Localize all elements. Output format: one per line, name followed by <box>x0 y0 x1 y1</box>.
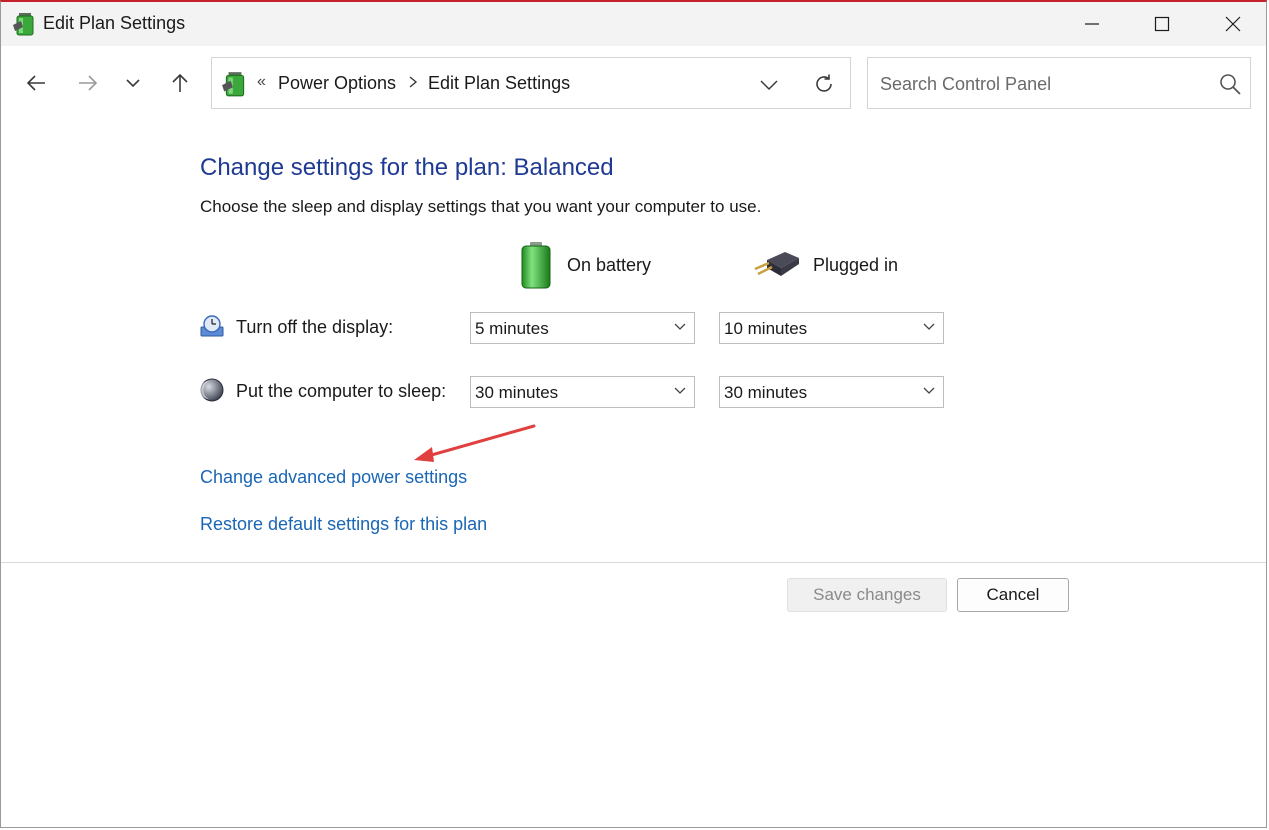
power-plug-icon <box>754 252 799 276</box>
display-plugged-in-select[interactable]: 10 minutes <box>719 312 944 344</box>
search-box[interactable] <box>867 57 1251 109</box>
chevron-down-icon <box>923 323 935 330</box>
up-button[interactable] <box>165 68 195 98</box>
navigation-bar: « Power Options Edit Plan Settings <box>1 46 1266 122</box>
power-options-icon <box>222 72 245 97</box>
chevron-down-icon <box>674 323 686 330</box>
edit-plan-settings-window: Edit Plan Settings « Power Options Edit … <box>0 0 1267 828</box>
search-input[interactable] <box>878 70 1202 98</box>
change-advanced-power-settings-link[interactable]: Change advanced power settings <box>200 467 467 488</box>
chevron-down-icon <box>126 79 140 88</box>
main-content: Change settings for the plan: Balanced C… <box>1 122 1266 827</box>
restore-default-settings-link[interactable]: Restore default settings for this plan <box>200 514 487 535</box>
chevron-down-icon <box>760 80 778 91</box>
annotation-arrow-icon <box>414 424 536 462</box>
close-icon <box>1225 16 1241 32</box>
arrow-right-icon <box>79 75 98 91</box>
breadcrumb-overflow[interactable]: « <box>257 73 266 91</box>
battery-icon <box>521 242 551 289</box>
column-header-plugged-in: Plugged in <box>753 240 898 290</box>
search-icon[interactable] <box>1218 72 1242 96</box>
cancel-button[interactable]: Cancel <box>957 578 1069 612</box>
plugged-in-label: Plugged in <box>813 254 899 275</box>
sleep-on-battery-value: 30 minutes <box>475 383 559 402</box>
display-on-battery-select[interactable]: 5 minutes <box>470 312 695 344</box>
recent-locations-button[interactable] <box>118 68 148 98</box>
back-button[interactable] <box>21 68 51 98</box>
address-bar[interactable]: « Power Options Edit Plan Settings <box>211 57 851 109</box>
title-bar: Edit Plan Settings <box>1 2 1266 46</box>
on-battery-label: On battery <box>567 254 652 275</box>
display-plugged-in-value: 10 minutes <box>724 319 808 338</box>
sleep-plugged-in-value: 30 minutes <box>724 383 808 402</box>
close-button[interactable] <box>1198 2 1266 46</box>
window-title: Edit Plan Settings <box>43 13 186 33</box>
sleep-on-battery-select[interactable]: 30 minutes <box>470 376 695 408</box>
arrow-left-icon <box>26 75 45 91</box>
power-options-app-icon <box>13 13 34 36</box>
sleep-moon-icon <box>200 378 224 402</box>
minimize-button[interactable] <box>1057 2 1127 46</box>
turn-off-display-label: Turn off the display: <box>236 317 394 337</box>
chevron-down-icon <box>923 387 935 394</box>
maximize-icon <box>1154 16 1170 32</box>
breadcrumb-edit-plan-settings[interactable]: Edit Plan Settings <box>428 73 570 94</box>
footer-divider <box>1 562 1266 563</box>
chevron-right-icon[interactable] <box>408 76 418 88</box>
page-title: Change settings for the plan: Balanced <box>200 154 614 181</box>
save-changes-button[interactable]: Save changes <box>787 578 947 612</box>
maximize-button[interactable] <box>1127 2 1197 46</box>
refresh-icon <box>816 74 832 92</box>
minimize-icon <box>1085 23 1099 25</box>
address-history-dropdown[interactable] <box>757 74 781 96</box>
column-header-on-battery: On battery <box>517 240 651 290</box>
forward-button[interactable] <box>73 68 103 98</box>
refresh-button[interactable] <box>812 72 836 96</box>
arrow-up-icon <box>172 73 188 92</box>
display-icon <box>200 315 224 337</box>
display-on-battery-value: 5 minutes <box>475 319 549 338</box>
breadcrumb-power-options[interactable]: Power Options <box>278 73 396 94</box>
page-description: Choose the sleep and display settings th… <box>200 197 762 216</box>
chevron-down-icon <box>674 387 686 394</box>
sleep-label: Put the computer to sleep: <box>236 381 447 401</box>
sleep-plugged-in-select[interactable]: 30 minutes <box>719 376 944 408</box>
